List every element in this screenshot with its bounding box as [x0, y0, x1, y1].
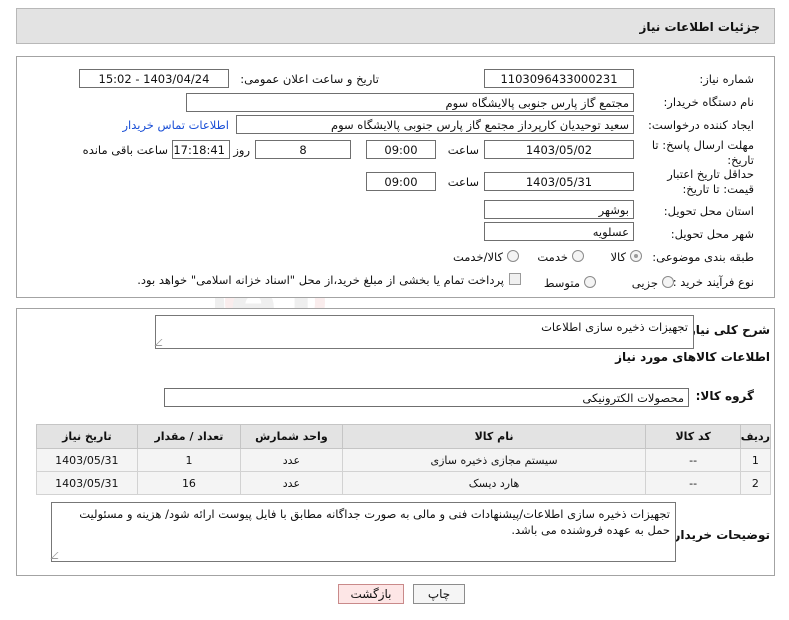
- buyer-notes-label: توضیحات خریدار:: [668, 528, 770, 542]
- summary-value: تجهیزات ذخیره سازی اطلاعات: [541, 320, 688, 334]
- reply-time-label: ساعت: [447, 143, 479, 157]
- validity-time-field[interactable]: 09:00: [366, 172, 436, 191]
- category-service-radio[interactable]: [572, 250, 584, 262]
- category-goods-service-label: کالا/خدمت: [452, 250, 503, 264]
- province-label: استان محل تحویل:: [663, 204, 754, 218]
- validity-time-label: ساعت: [447, 175, 479, 189]
- category-goods-label: کالا: [610, 250, 626, 264]
- cell-code: --: [645, 448, 741, 472]
- reply-time-field[interactable]: 09:00: [366, 140, 436, 159]
- summary-label: شرح کلی نیاز:: [684, 323, 770, 337]
- requester-field[interactable]: سعید توحیدیان کارپرداز مجتمع گاز پارس جن…: [236, 115, 634, 134]
- need-info-panel: شماره نیاز: 1103096433000231 تاریخ و ساع…: [16, 56, 775, 298]
- cell-unit: عدد: [240, 471, 343, 495]
- remaining-time-label: ساعت باقی مانده: [82, 143, 168, 157]
- cell-qty: 16: [136, 471, 242, 495]
- category-goods-service-radio[interactable]: [507, 250, 519, 262]
- type-partial-label: جزیی: [631, 276, 658, 290]
- page-title: جزئیات اطلاعات نیاز: [639, 20, 760, 34]
- cell-row: 2: [739, 471, 772, 495]
- province-field[interactable]: بوشهر: [484, 200, 634, 219]
- announce-datetime-label: تاریخ و ساعت اعلان عمومی:: [240, 72, 379, 86]
- announce-datetime-field[interactable]: 1403/04/24 - 15:02: [79, 69, 229, 88]
- goods-group-label: گروه کالا:: [695, 389, 754, 403]
- reply-deadline-label: مهلت ارسال پاسخ: تا تاریخ:: [651, 138, 754, 167]
- resize-grip-icon[interactable]: [50, 552, 65, 559]
- buyer-notes-field[interactable]: تجهیزات ذخیره سازی اطلاعات/پیشنهادات فنی…: [50, 502, 676, 562]
- cell-unit: عدد: [240, 448, 343, 472]
- validity-date-field[interactable]: 1403/05/31: [484, 172, 634, 191]
- type-partial-radio[interactable]: [662, 276, 674, 288]
- category-service-label: خدمت: [537, 250, 568, 264]
- cell-code: --: [645, 471, 741, 495]
- cell-name: هارد دیسک: [341, 471, 647, 495]
- cell-date: 1403/05/31: [36, 448, 138, 472]
- purchase-type-label: نوع فرآیند خرید :: [672, 275, 754, 289]
- cell-qty: 1: [136, 448, 242, 472]
- col-unit: واحد شمارش: [240, 424, 343, 449]
- buyer-notes-value: تجهیزات ذخیره سازی اطلاعات/پیشنهادات فنی…: [79, 507, 670, 537]
- resize-grip-icon[interactable]: [154, 339, 169, 346]
- city-label: شهر محل تحویل:: [670, 227, 754, 241]
- col-code: کد کالا: [645, 424, 741, 449]
- print-button[interactable]: چاپ: [413, 584, 465, 604]
- treasury-payment-checkbox[interactable]: [509, 273, 521, 285]
- summary-field[interactable]: تجهیزات ذخیره سازی اطلاعات: [154, 315, 694, 349]
- goods-group-field[interactable]: محصولات الکترونیکی: [164, 388, 689, 407]
- goods-info-title: اطلاعات کالاهای مورد نیاز: [615, 350, 770, 364]
- requester-label: ایجاد کننده درخواست:: [648, 118, 754, 132]
- buyer-contact-link[interactable]: اطلاعات تماس خریدار: [122, 118, 229, 132]
- days-count-field[interactable]: 8: [255, 140, 351, 159]
- col-qty: تعداد / مقدار: [136, 424, 242, 449]
- col-row: ردیف: [739, 424, 772, 449]
- need-details-page: { "header":{"title":"جزئیات اطلاعات نیاز…: [0, 0, 789, 620]
- need-number-label: شماره نیاز:: [699, 72, 754, 86]
- type-medium-label: متوسط: [543, 276, 580, 290]
- goods-table: ردیف کد کالا نام کالا واحد شمارش تعداد /…: [36, 424, 772, 495]
- category-label: طبقه بندی موضوعی:: [652, 250, 754, 264]
- need-number-field[interactable]: 1103096433000231: [484, 69, 634, 88]
- cell-date: 1403/05/31: [36, 471, 138, 495]
- table-row[interactable]: 1 -- سیستم مجازی ذخیره سازی عدد 1 1403/0…: [36, 448, 772, 472]
- table-row[interactable]: 2 -- هارد دیسک عدد 16 1403/05/31: [36, 471, 772, 495]
- city-field[interactable]: عسلویه: [484, 222, 634, 241]
- price-validity-label: حداقل تاریخ اعتبار قیمت: تا تاریخ:: [667, 167, 754, 196]
- table-header-row: ردیف کد کالا نام کالا واحد شمارش تعداد /…: [36, 424, 772, 449]
- reply-date-field[interactable]: 1403/05/02: [484, 140, 634, 159]
- col-date: تاریخ نیاز: [36, 424, 138, 449]
- cell-name: سیستم مجازی ذخیره سازی: [341, 448, 647, 472]
- col-name: نام کالا: [341, 424, 647, 449]
- back-button[interactable]: بازگشت: [338, 584, 404, 604]
- remaining-time-field[interactable]: 17:18:41: [172, 140, 230, 159]
- panel-header: جزئیات اطلاعات نیاز: [16, 8, 775, 44]
- buyer-org-field[interactable]: مجتمع گاز پارس جنوبی پالایشگاه سوم: [186, 93, 634, 112]
- type-medium-radio[interactable]: [584, 276, 596, 288]
- payment-note: پرداخت تمام یا بخشی از مبلغ خرید،از محل …: [137, 273, 504, 287]
- buyer-org-label: نام دستگاه خریدار:: [663, 95, 754, 109]
- category-goods-radio[interactable]: [630, 250, 642, 262]
- cell-row: 1: [739, 448, 772, 472]
